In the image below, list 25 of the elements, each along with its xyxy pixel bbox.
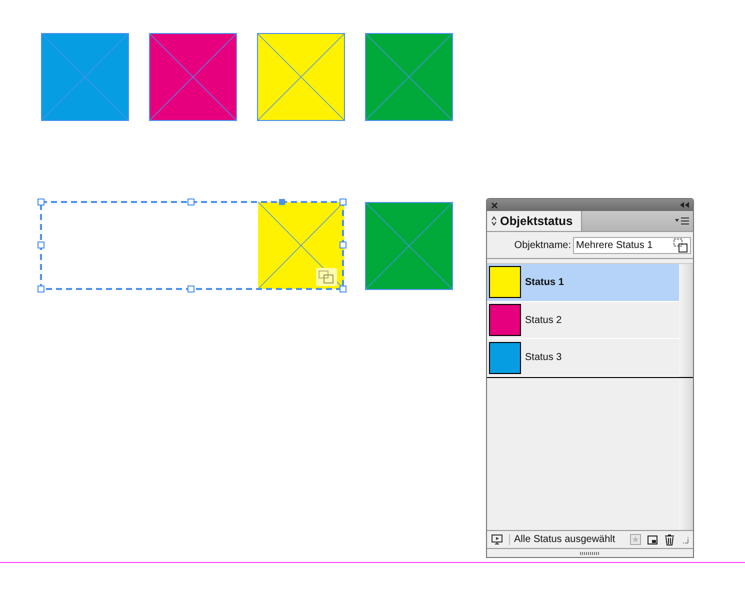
state-name: Status 1: [525, 276, 564, 288]
state-name: Status 2: [525, 314, 562, 326]
state-row[interactable]: Status 1: [487, 264, 679, 302]
monitor-icon[interactable]: [491, 534, 503, 545]
state-name: Status 3: [525, 352, 562, 364]
grip-icon[interactable]: [580, 552, 600, 554]
panel-tab[interactable]: Objektstatus: [487, 211, 582, 231]
close-icon[interactable]: [491, 202, 498, 208]
multistate-icon: [316, 268, 337, 286]
star-icon[interactable]: [630, 534, 641, 545]
object-name-field[interactable]: Mehrere Status 1: [573, 236, 691, 254]
multistate-icon[interactable]: [673, 238, 689, 252]
new-state-icon[interactable]: [647, 534, 658, 545]
up-down-icon: [491, 216, 497, 226]
scrollbar[interactable]: [679, 264, 693, 377]
panel-menu-icon[interactable]: [675, 217, 689, 225]
collapse-icon[interactable]: [680, 202, 689, 208]
trash-icon[interactable]: [664, 534, 675, 546]
status-text: Alle Status ausgewählt: [509, 534, 624, 545]
state-row[interactable]: Status 3: [487, 339, 679, 378]
field-label: Objektname:: [514, 240, 571, 250]
state-row[interactable]: Status 2: [487, 302, 679, 340]
panel-title: Objektstatus: [500, 214, 573, 228]
resize-grip-icon[interactable]: [681, 536, 689, 544]
selection-frame[interactable]: [38, 198, 346, 292]
